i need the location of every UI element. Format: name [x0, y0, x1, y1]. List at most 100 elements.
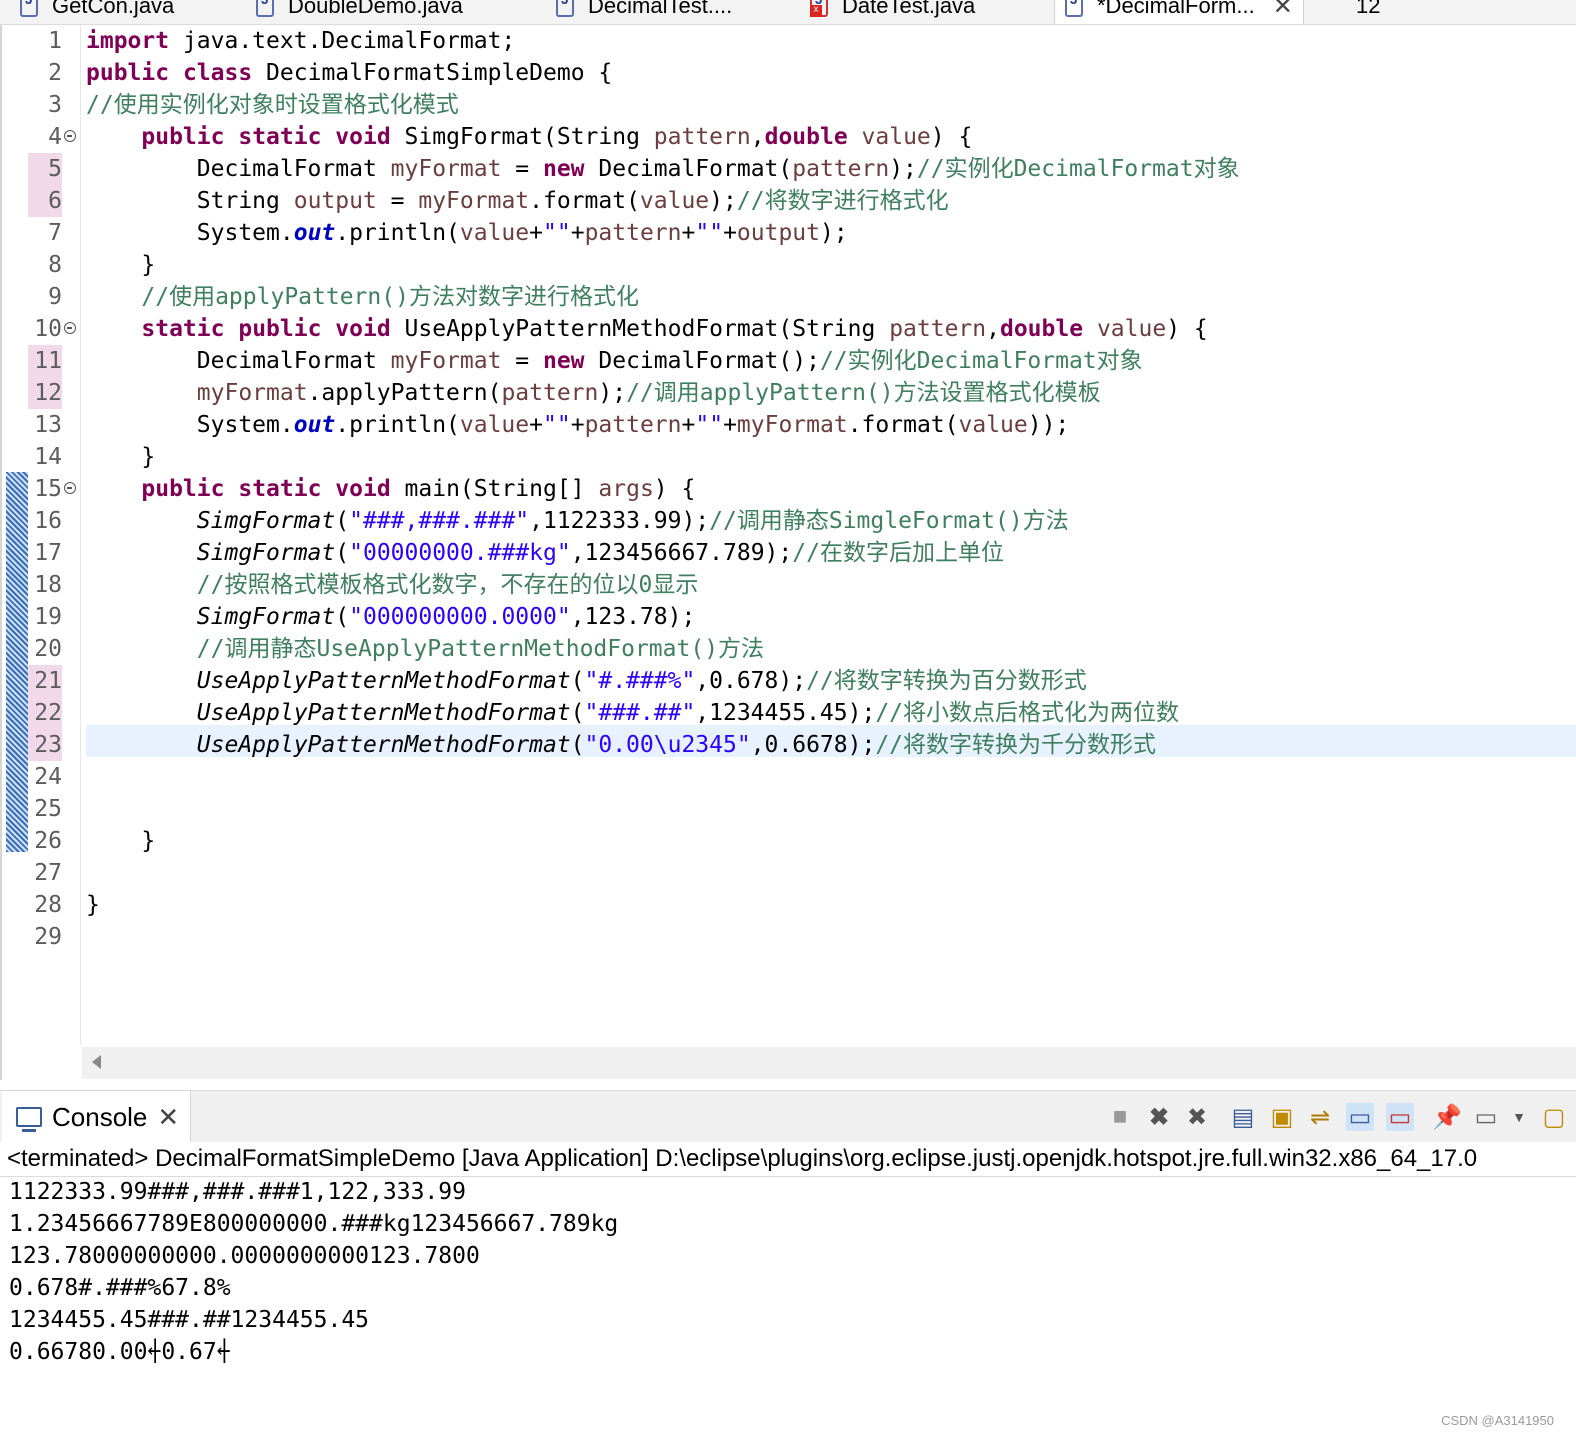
method-call: SimgFormat [196, 604, 336, 630]
code-token: String [196, 188, 294, 214]
tab-getcon[interactable]: GetCon.java [20, 0, 174, 24]
close-icon[interactable]: ✕ [157, 1102, 179, 1133]
line-number: 5 [28, 153, 62, 185]
code-line: 27 [2, 857, 1576, 889]
parameter: value [958, 412, 1028, 438]
line-number: 10 [34, 316, 62, 342]
tab-doubledemo[interactable]: DoubleDemo.java [256, 0, 463, 24]
code-text: System.out.println(value+""+pattern+""+m… [86, 409, 1070, 441]
code-token: ( [570, 732, 585, 758]
line-number: 17 [34, 540, 62, 566]
local-variable: myFormat [418, 188, 530, 214]
local-variable: myFormat [390, 348, 502, 374]
code-text: public static void main(String[] args) { [86, 473, 695, 505]
line-number: 15 [34, 476, 62, 502]
tab-overflow-count[interactable]: 12 [1356, 0, 1380, 24]
clear-console-icon[interactable]: ▤ [1229, 1103, 1257, 1131]
line-number: 9 [48, 284, 62, 310]
code-text: } [86, 825, 155, 857]
java-file-error-icon [810, 0, 828, 17]
line-number: 2 [48, 60, 62, 86]
line-number: 8 [48, 252, 62, 278]
stop-icon[interactable]: ■ [1106, 1103, 1134, 1131]
close-icon[interactable]: ✕ [1273, 0, 1293, 21]
code-text: DecimalFormat myFormat = new DecimalForm… [86, 345, 1143, 377]
keyword: void [335, 476, 391, 502]
line-number: 4 [48, 124, 62, 150]
code-text: SimgFormat("00000000.###kg",123456667.78… [86, 537, 1004, 569]
code-token: ) { [653, 476, 696, 502]
code-token: ) { [930, 124, 973, 150]
parameter: pattern [889, 316, 987, 342]
keyword: static [238, 476, 322, 502]
show-on-stderr-icon[interactable]: ▭ [1386, 1103, 1414, 1131]
open-console-icon[interactable]: ▢ [1540, 1103, 1568, 1131]
code-token: + [681, 412, 696, 438]
code-token: DecimalFormat(); [584, 348, 820, 374]
keyword: public [238, 316, 322, 342]
code-token: ,123.78); [570, 604, 696, 630]
local-variable: output [293, 188, 377, 214]
chevron-down-icon[interactable]: ▼ [1505, 1103, 1533, 1131]
code-token: , [986, 316, 1000, 342]
line-number: 26 [34, 828, 62, 854]
code-text: //调用静态UseApplyPatternMethodFormat()方法 [86, 633, 764, 665]
remove-launch-icon[interactable]: ✖ [1145, 1103, 1173, 1131]
code-token: ); [598, 380, 627, 406]
code-line: 14 } [2, 441, 1576, 473]
code-token: java.text.DecimalFormat; [169, 28, 516, 54]
remove-all-terminated-icon[interactable]: ✖ [1183, 1103, 1211, 1131]
code-token: + [570, 220, 585, 246]
code-line: 5 DecimalFormat myFormat = new DecimalFo… [2, 153, 1576, 185]
code-token: ( [570, 700, 585, 726]
string-literal: "000000000.0000" [349, 604, 571, 630]
tab-datetest[interactable]: DateTest.java [810, 0, 975, 24]
line-number: 22 [28, 697, 62, 729]
console-tab-label: Console [52, 1101, 148, 1132]
code-token: System. [196, 220, 294, 246]
collapse-icon[interactable] [64, 482, 76, 494]
code-token: main(String[] [390, 476, 599, 502]
console-output-line: 1.23456667789E800000000.###kg123456667.7… [9, 1211, 619, 1237]
code-editor[interactable]: 1 import java.text.DecimalFormat; 2 publ… [0, 25, 1576, 1080]
tab-label: DateTest.java [842, 0, 976, 18]
code-token: ( [335, 540, 350, 566]
comment: //将数字进行格式化 [736, 188, 949, 214]
display-selected-console-icon[interactable]: ▭ [1472, 1103, 1500, 1131]
pin-console-icon[interactable]: 📌 [1432, 1103, 1462, 1131]
console-output-line: 0.678#.###%67.8% [9, 1275, 231, 1301]
code-text: public class DecimalFormatSimpleDemo { [86, 57, 612, 89]
code-line: 1 import java.text.DecimalFormat; [2, 25, 1576, 57]
comment: //实例化DecimalFormat对象 [916, 156, 1240, 182]
tab-decimaltest[interactable]: DecimalTest.... [556, 0, 732, 24]
tab-decimalformatsimpledemo[interactable]: *DecimalForm... ✕ [1054, 0, 1304, 24]
comment: //按照格式模板格式化数字，不存在的位以0显示 [196, 572, 699, 598]
code-line: 20 //调用静态UseApplyPatternMethodFormat()方法 [2, 633, 1576, 665]
code-line: 3 //使用实例化对象时设置格式化模式 [2, 89, 1576, 121]
code-token: ,1234455.45); [695, 700, 876, 726]
code-token: = [501, 156, 543, 182]
line-number: 12 [28, 377, 62, 409]
horizontal-scrollbar[interactable] [82, 1047, 1576, 1079]
word-wrap-icon[interactable]: ⇌ [1306, 1103, 1334, 1131]
code-text: //使用实例化对象时设置格式化模式 [86, 89, 459, 121]
code-token: .format( [847, 412, 959, 438]
tab-label: 12 [1356, 0, 1381, 18]
collapse-icon[interactable] [64, 130, 76, 142]
keyword: new [542, 348, 585, 374]
console-output-line: 123.78000000000.0000000000123.7800 [9, 1243, 480, 1269]
code-line: 19 SimgFormat("000000000.0000",123.78); [2, 601, 1576, 633]
show-on-stdout-icon[interactable]: ▭ [1346, 1103, 1374, 1131]
parameter: pattern [653, 124, 751, 150]
code-text: String output = myFormat.format(value);/… [86, 185, 949, 217]
tab-console[interactable]: Console ✕ [2, 1091, 191, 1143]
code-token: ,0.678); [695, 668, 807, 694]
collapse-icon[interactable] [64, 322, 76, 334]
scroll-left-icon[interactable] [92, 1055, 101, 1069]
code-text: UseApplyPatternMethodFormat("#.###%",0.6… [86, 665, 1087, 697]
code-token: ,0.6678); [750, 732, 876, 758]
line-number: 18 [34, 572, 62, 598]
code-token: + [529, 220, 543, 246]
scroll-lock-icon[interactable]: ▣ [1268, 1103, 1296, 1131]
code-text: static public void UseApplyPatternMethod… [86, 313, 1207, 345]
